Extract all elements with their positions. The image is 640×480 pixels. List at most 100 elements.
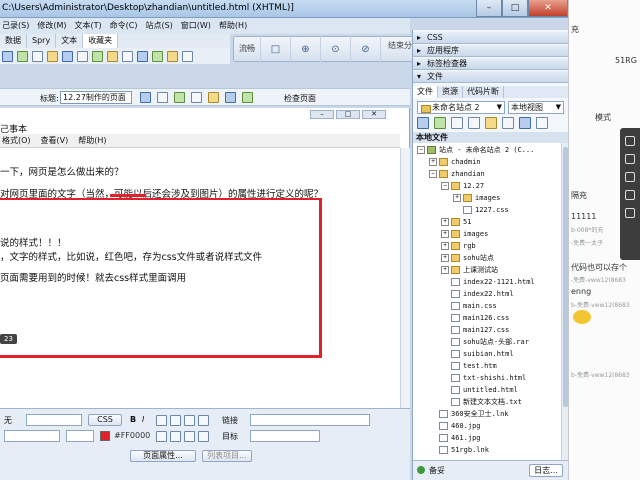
tree-toggle-icon[interactable]: − (417, 146, 425, 154)
image-icon[interactable] (17, 50, 28, 62)
tree-toggle-icon[interactable]: + (441, 230, 449, 238)
ordered-list-icon[interactable] (170, 431, 181, 442)
tree-toggle-icon[interactable]: + (441, 254, 449, 262)
tab-spry[interactable]: Spry (27, 34, 57, 48)
list-item-button[interactable]: 列表项目... (202, 450, 252, 462)
view-select[interactable]: 本地视图 ▼ (508, 101, 564, 114)
file-tree-item[interactable]: + images (453, 193, 500, 204)
file-tree-item[interactable]: suibian.html (441, 349, 514, 360)
toolbar-item-icon[interactable] (625, 208, 635, 218)
file-tree-item[interactable]: + images (441, 229, 488, 240)
file-tree-item[interactable]: +51 (441, 217, 471, 228)
synchronize-icon[interactable] (519, 117, 531, 129)
size-unit-select[interactable] (66, 430, 94, 442)
panel-header-css[interactable]: CSS (413, 32, 569, 44)
menu-item-text[interactable]: 文本(T) (74, 18, 101, 34)
file-tree-item[interactable]: − zhandian (429, 169, 485, 180)
close-button[interactable]: ✕ (528, 0, 568, 17)
file-tree-item[interactable]: main.css (441, 301, 497, 312)
tree-toggle-icon[interactable]: + (429, 158, 437, 166)
form-icon[interactable] (47, 50, 58, 62)
tree-toggle-icon[interactable]: + (441, 242, 449, 250)
preview-icon[interactable] (157, 92, 168, 103)
file-tree-item[interactable]: 51rgb.lnk (429, 445, 489, 456)
file-tree-item[interactable]: index22.html (441, 289, 514, 300)
menu-item-modify[interactable]: 修改(M) (37, 18, 66, 34)
text-line[interactable]: 一下，网页是怎么做出来的？ (0, 164, 124, 178)
check-in-icon[interactable] (502, 117, 514, 129)
menu-item-site[interactable]: 站点(S) (145, 18, 172, 34)
target-select[interactable] (250, 430, 320, 442)
workspace-zoom-icon[interactable]: ⊙ (321, 36, 351, 62)
put-files-icon[interactable] (468, 117, 480, 129)
workspace-target-icon[interactable]: ⊕ (291, 36, 321, 62)
workspace-shape-icon[interactable]: ⊘ (351, 36, 381, 62)
connect-icon[interactable] (417, 117, 429, 129)
color-swatch[interactable] (100, 431, 110, 441)
text-line[interactable]: 说的样式！！！ (0, 235, 67, 249)
template-icon[interactable] (137, 50, 148, 62)
panel-header-tag-inspector[interactable]: 标签检查器 (413, 58, 569, 70)
file-tree-item[interactable]: + rgb (441, 241, 476, 252)
notepad-minimize-button[interactable]: – (310, 110, 334, 119)
tree-toggle-icon[interactable]: + (453, 194, 461, 202)
anchor-icon[interactable] (77, 50, 88, 62)
date-icon[interactable] (107, 50, 118, 62)
notepad-maximize-button[interactable]: □ (336, 110, 360, 119)
size-select[interactable] (4, 430, 60, 442)
menu-item-help[interactable]: 帮助(H) (219, 18, 247, 34)
notepad-menu-view[interactable]: 查看(V) (41, 134, 69, 147)
link-icon[interactable] (62, 50, 73, 62)
toolbar-item-icon[interactable] (625, 154, 635, 164)
panel-header-application[interactable]: 应用程序 (413, 45, 569, 57)
tab-snippets[interactable]: 代码片断 (463, 86, 504, 98)
menu-item-command[interactable]: 命令(C) (110, 18, 138, 34)
check-browser-icon[interactable] (242, 92, 253, 103)
file-tree-item[interactable]: test.htm (441, 361, 497, 372)
indent-icon[interactable] (198, 431, 209, 442)
refresh-icon[interactable] (434, 117, 446, 129)
notepad-close-button[interactable]: ✕ (362, 110, 386, 119)
tree-toggle-icon[interactable]: − (441, 182, 449, 190)
file-manage-icon[interactable] (140, 92, 151, 103)
document-scrollbar[interactable] (400, 148, 410, 408)
minimize-button[interactable]: – (476, 0, 502, 17)
file-tree-item[interactable]: − 站点 - 未命名站点 2 (C... (417, 145, 534, 156)
snippet-icon[interactable] (152, 50, 163, 62)
check-out-icon[interactable] (485, 117, 497, 129)
workspace-fluid[interactable]: 流畅 (234, 36, 261, 62)
file-tree-item[interactable]: 新建文本文档.txt (441, 397, 522, 408)
panel-header-files[interactable]: 文件 (413, 71, 569, 83)
file-tree-item[interactable]: − 12.27 (441, 181, 484, 192)
validate-icon[interactable] (225, 92, 236, 103)
file-tree-item[interactable]: main127.css (441, 325, 509, 336)
log-button[interactable]: 日志... (529, 464, 563, 477)
align-right-icon[interactable] (184, 415, 195, 426)
expand-icon[interactable] (536, 117, 548, 129)
check-page-button[interactable]: 检查页面 (284, 93, 316, 104)
refresh-icon[interactable] (174, 92, 185, 103)
file-tree-item[interactable]: + 上课测试站 (441, 265, 498, 276)
file-tree-item[interactable]: index22-1121.html (441, 277, 535, 288)
text-line[interactable]: ，文字的样式，比如说，红色吧，存为css文件或者说样式文件 (0, 249, 262, 263)
file-tree-item[interactable]: txt-shishi.html (441, 373, 526, 384)
tab-favorites[interactable]: 收藏夹 (83, 34, 119, 48)
toolbar-item-icon[interactable] (625, 136, 635, 146)
file-tree-item[interactable]: 461.jpg (429, 433, 481, 444)
email-icon[interactable] (167, 50, 178, 62)
menu-item-window[interactable]: 窗口(W) (181, 18, 211, 34)
italic-button[interactable]: I (142, 415, 144, 424)
file-tree-item[interactable]: 360安全卫士.lnk (429, 409, 509, 420)
comment-icon[interactable] (122, 50, 133, 62)
file-tree-item[interactable]: main126.css (441, 313, 509, 324)
visual-aids-icon[interactable] (208, 92, 219, 103)
div-icon[interactable] (32, 50, 43, 62)
toolbar-item-icon[interactable] (625, 190, 635, 200)
tree-toggle-icon[interactable]: − (429, 170, 437, 178)
menu-item-commands[interactable]: 己录(S) (2, 18, 29, 34)
file-tree-item[interactable]: + chadmin (429, 157, 481, 168)
tree-toggle-icon[interactable]: + (441, 218, 449, 226)
tab-data[interactable]: 数据 (0, 34, 27, 48)
tab-assets[interactable]: 资源 (438, 86, 463, 98)
unordered-list-icon[interactable] (156, 431, 167, 442)
